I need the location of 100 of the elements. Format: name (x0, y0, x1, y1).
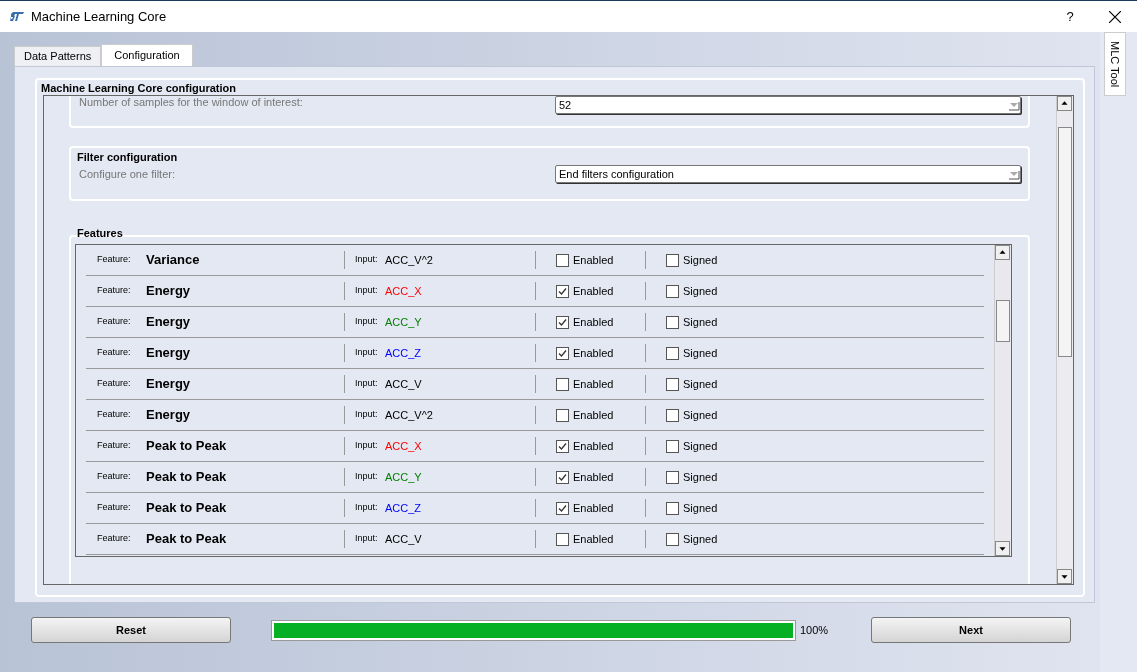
checkbox[interactable] (666, 501, 679, 515)
checkbox[interactable] (666, 408, 679, 422)
group-title: Machine Learning Core configuration (40, 81, 237, 95)
enabled-label: Enabled (573, 252, 614, 268)
enabled-label: Enabled (573, 531, 614, 547)
side-tab[interactable]: MLC Tool (1104, 32, 1126, 96)
checkbox[interactable] (666, 284, 679, 298)
features-title: Features (76, 227, 124, 239)
checkbox[interactable] (556, 501, 569, 515)
input-value: ACC_V^2 (385, 407, 434, 423)
checkbox[interactable] (666, 346, 679, 360)
feature-name: Variance (145, 251, 201, 270)
signed-label: Signed (683, 376, 718, 392)
feature-label: Feature: (96, 501, 132, 515)
field-label: Configure one filter: (78, 166, 175, 182)
enabled-label: Enabled (573, 345, 614, 361)
feature-name: Peak to Peak (145, 530, 228, 549)
signed-label: Signed (683, 314, 718, 330)
signed-label: Signed (683, 438, 718, 454)
scrollbar[interactable] (994, 245, 1011, 556)
input-label: Input: (354, 408, 379, 422)
reset-button[interactable]: Reset (31, 617, 231, 643)
field-label: Number of samples for the window of interest: (79, 96, 303, 108)
feature-name: Energy (145, 282, 192, 301)
signed-label: Signed (683, 531, 718, 547)
signed-label: Signed (683, 500, 718, 516)
logo-icon (10, 12, 24, 21)
checkbox[interactable] (556, 377, 569, 391)
input-label: Input: (354, 470, 379, 484)
input-value: ACC_X (385, 283, 423, 299)
feature-label: Feature: (96, 377, 132, 391)
group-title: Filter configuration (77, 150, 179, 164)
next-button[interactable]: Next (871, 617, 1071, 643)
help-button[interactable]: ? (1047, 6, 1093, 27)
enabled-label: Enabled (573, 500, 614, 516)
progress-reading: 100% (800, 622, 830, 638)
scroll-down-icon[interactable] (1057, 569, 1072, 584)
feature-label: Feature: (96, 439, 132, 453)
input-label: Input: (354, 377, 379, 391)
input-label: Input: (354, 253, 379, 267)
checkbox[interactable] (556, 346, 569, 360)
scroll-up-icon[interactable] (995, 245, 1010, 260)
enabled-label: Enabled (573, 314, 614, 330)
signed-label: Signed (683, 283, 718, 299)
feature-label: Feature: (96, 346, 132, 360)
input-label: Input: (354, 501, 379, 515)
input-label: Input: (354, 284, 379, 298)
input-value: ACC_Z (385, 345, 423, 361)
checkbox[interactable] (556, 284, 569, 298)
feature-name: Energy (145, 406, 192, 425)
checkbox[interactable] (556, 470, 569, 484)
tab[interactable]: Data Patterns (14, 46, 102, 66)
dropdown[interactable]: 52 (555, 96, 1021, 114)
feature-name: Energy (145, 313, 192, 332)
feature-name: Energy (145, 375, 192, 394)
enabled-label: Enabled (573, 438, 614, 454)
input-value: ACC_V^2 (385, 252, 434, 268)
checkbox[interactable] (556, 408, 569, 422)
enabled-label: Enabled (573, 407, 614, 423)
input-value: ACC_V (385, 376, 423, 392)
feature-label: Feature: (96, 532, 132, 546)
checkbox[interactable] (666, 377, 679, 391)
checkbox[interactable] (666, 253, 679, 267)
checkbox[interactable] (556, 439, 569, 453)
feature-label: Feature: (96, 253, 132, 267)
tab[interactable]: Configuration (101, 44, 193, 66)
input-value: ACC_X (385, 438, 423, 454)
feature-name: Peak to Peak (145, 437, 228, 456)
scrollbar-thumb[interactable] (996, 300, 1010, 342)
dropdown-arrow-icon (1008, 99, 1020, 111)
feature-label: Feature: (96, 470, 132, 484)
feature-label: Feature: (96, 408, 132, 422)
scrollbar-thumb[interactable] (1058, 127, 1072, 357)
checkbox[interactable] (666, 470, 679, 484)
input-label: Input: (354, 439, 379, 453)
checkbox[interactable] (556, 532, 569, 546)
dropdown[interactable]: End filters configuration (555, 165, 1021, 183)
signed-label: Signed (683, 252, 718, 268)
checkbox[interactable] (666, 532, 679, 546)
input-label: Input: (354, 315, 379, 329)
input-value: ACC_Y (385, 314, 423, 330)
checkbox[interactable] (666, 315, 679, 329)
checkbox[interactable] (556, 253, 569, 267)
feature-name: Energy (145, 344, 192, 363)
scrollbar[interactable] (1056, 96, 1073, 584)
signed-label: Signed (683, 345, 718, 361)
scroll-down-icon[interactable] (995, 541, 1010, 556)
enabled-label: Enabled (573, 469, 614, 485)
input-label: Input: (354, 346, 379, 360)
input-value: ACC_Y (385, 469, 423, 485)
checkbox[interactable] (556, 315, 569, 329)
feature-name: Peak to Peak (145, 499, 228, 518)
input-label: Input: (354, 532, 379, 546)
input-value: ACC_Z (385, 500, 423, 516)
enabled-label: Enabled (573, 283, 614, 299)
scroll-up-icon[interactable] (1057, 96, 1072, 111)
input-value: ACC_V (385, 531, 423, 547)
feature-name: Peak to Peak (145, 468, 228, 487)
checkbox[interactable] (666, 439, 679, 453)
close-icon[interactable] (1109, 10, 1121, 23)
